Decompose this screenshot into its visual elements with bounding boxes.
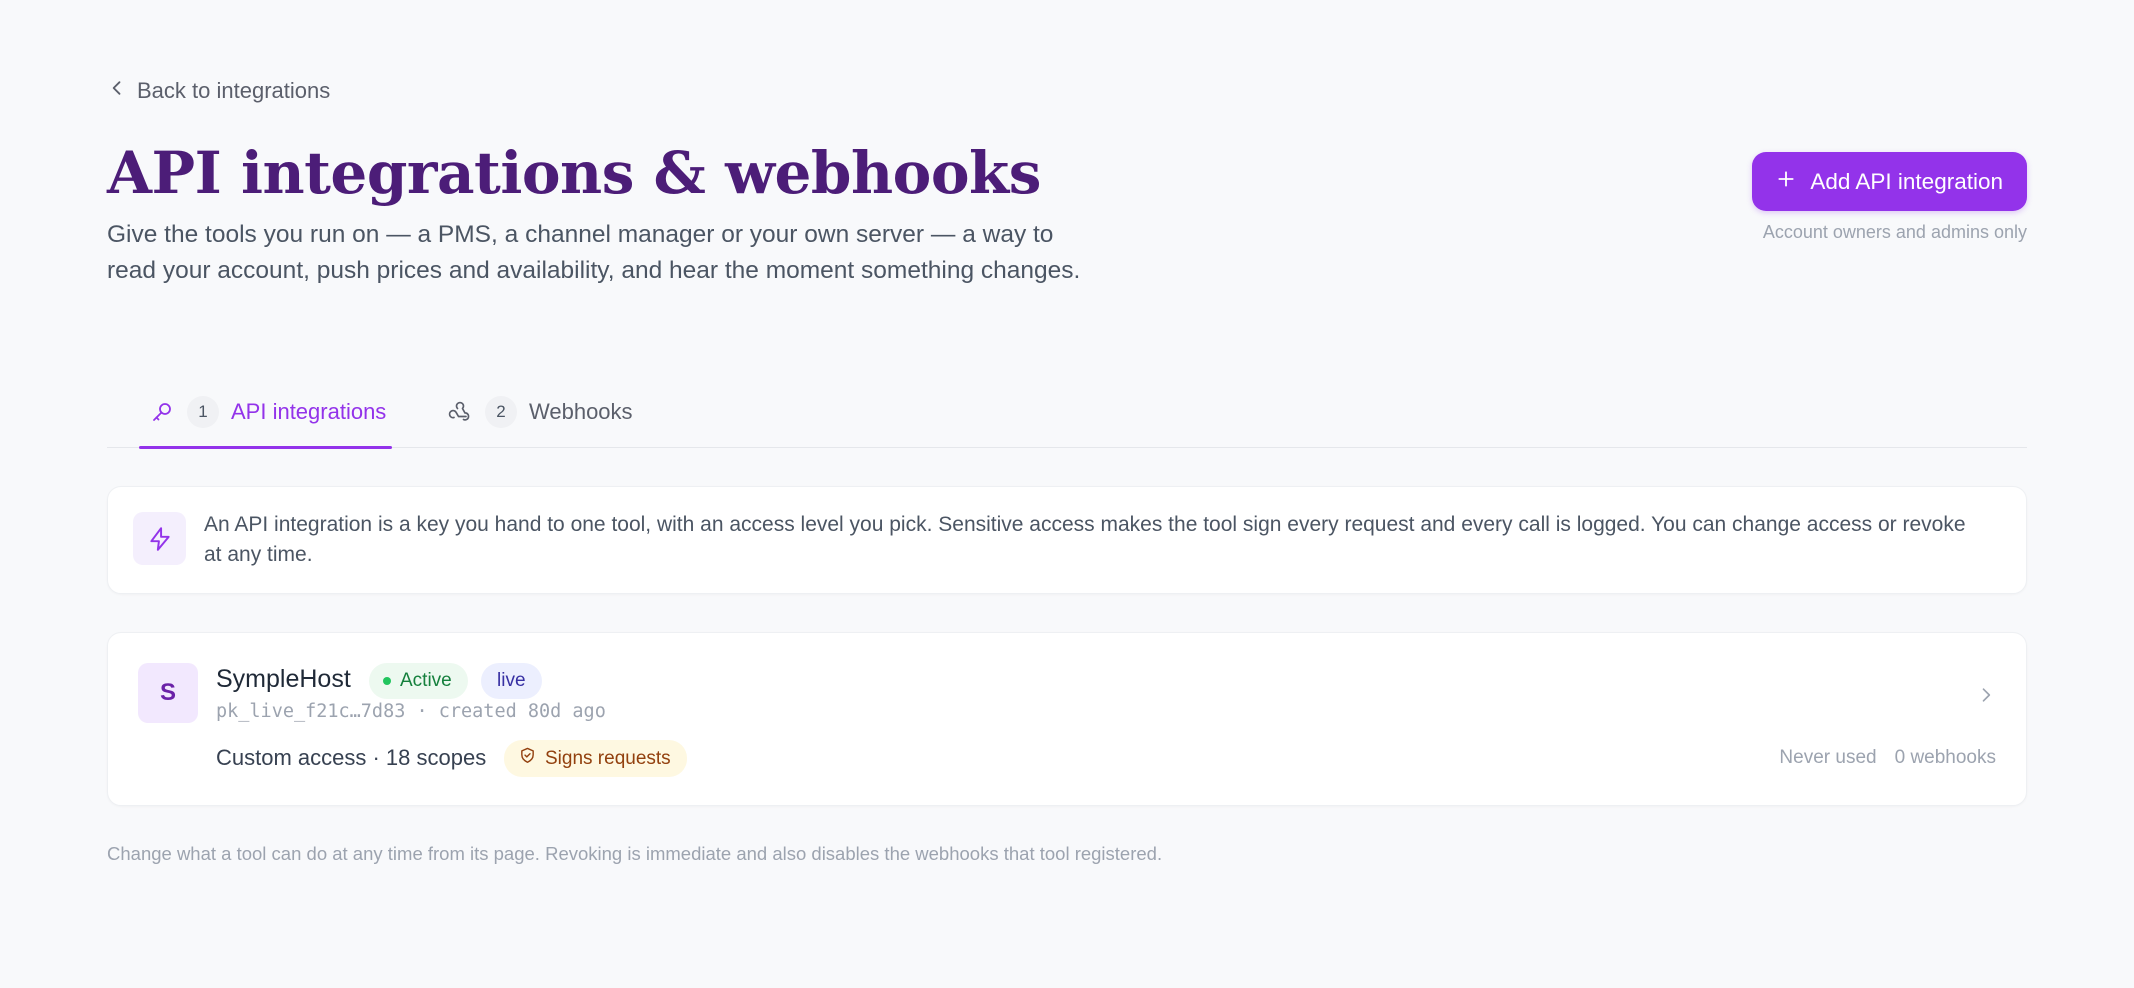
key-icon bbox=[149, 399, 175, 425]
add-api-integration-button[interactable]: Add API integration bbox=[1752, 152, 2027, 211]
environment-badge: live bbox=[481, 663, 542, 699]
page-title: API integrations & webhooks bbox=[107, 139, 1041, 207]
webhook-icon bbox=[447, 399, 473, 425]
integration-card-symplehost[interactable]: S SympleHost Active live pk_live_f21c…7d… bbox=[107, 632, 2027, 806]
add-button-permission-note: Account owners and admins only bbox=[1762, 222, 2027, 242]
signs-requests-label: Signs requests bbox=[545, 747, 671, 769]
footnote: Change what a tool can do at any time fr… bbox=[107, 843, 1163, 864]
plus-icon bbox=[1776, 169, 1796, 195]
info-text: An API integration is a key you hand to … bbox=[204, 513, 1966, 566]
page-subtitle: Give the tools you run on — a PMS, a cha… bbox=[107, 221, 1081, 284]
shield-check-icon bbox=[519, 747, 536, 770]
tab-webhooks[interactable]: 2 Webhooks bbox=[447, 376, 633, 448]
tab-bar: 1 API integrations 2 Webhooks bbox=[107, 376, 2027, 449]
chevron-right-icon bbox=[1976, 685, 1996, 705]
status-label: Active bbox=[400, 670, 452, 691]
lightning-icon bbox=[133, 512, 186, 565]
status-badge: Active bbox=[369, 663, 468, 699]
integration-meta: Never used 0 webhooks bbox=[1779, 747, 1996, 769]
back-to-integrations-link[interactable]: Back to integrations bbox=[107, 78, 330, 104]
access-summary: Custom access · 18 scopes bbox=[216, 745, 487, 770]
integration-avatar: S bbox=[138, 663, 198, 723]
status-dot-icon bbox=[383, 677, 391, 685]
tab-count-badge: 2 bbox=[485, 396, 517, 428]
last-used-label: Never used bbox=[1779, 747, 1877, 768]
signs-requests-badge: Signs requests bbox=[504, 740, 687, 777]
api-key-info: pk_live_f21c…7d83 · created 80d ago bbox=[216, 701, 606, 722]
integration-name: SympleHost bbox=[216, 665, 351, 693]
tab-count-badge: 1 bbox=[187, 396, 219, 428]
tab-api-integrations[interactable]: 1 API integrations bbox=[138, 376, 393, 449]
webhook-count-label: 0 webhooks bbox=[1894, 747, 1996, 768]
tab-label: Webhooks bbox=[529, 399, 633, 424]
add-button-label: Add API integration bbox=[1810, 168, 2003, 194]
tab-label: API integrations bbox=[231, 399, 387, 424]
back-link-label: Back to integrations bbox=[137, 78, 331, 103]
chevron-left-icon bbox=[107, 78, 127, 104]
info-callout: An API integration is a key you hand to … bbox=[107, 486, 2027, 594]
